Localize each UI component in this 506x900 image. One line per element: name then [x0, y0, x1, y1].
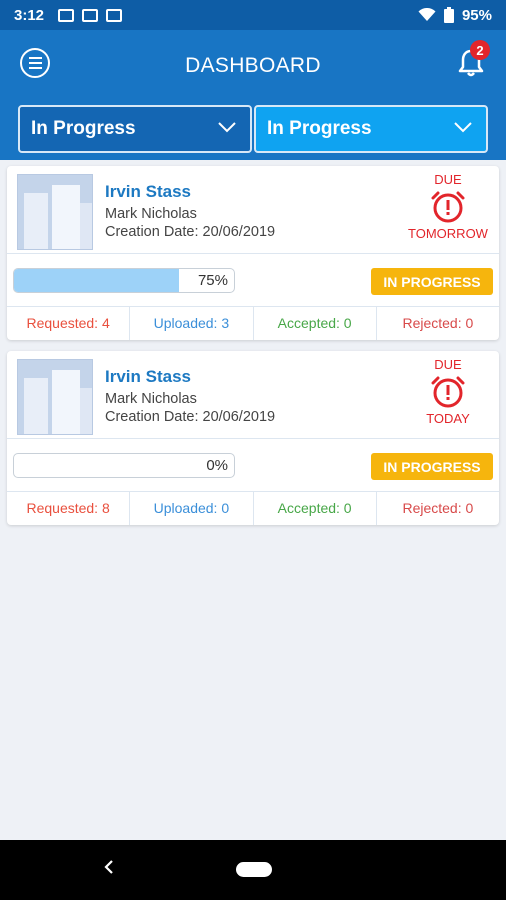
system-nav-bar — [0, 840, 506, 900]
project-card[interactable]: Irvin Stass Mark Nicholas Creation Date:… — [7, 351, 499, 525]
stat-rejected[interactable]: Rejected: 0 — [377, 492, 499, 525]
status-system-icons: 95% — [418, 7, 492, 24]
status-badge: IN PROGRESS — [371, 453, 493, 480]
wifi-icon — [418, 8, 436, 21]
card-creation-date: Creation Date: 20/06/2019 — [105, 224, 276, 240]
chevron-down-icon — [454, 122, 472, 133]
progress-bar: 75% — [13, 268, 235, 293]
app-bar: DASHBOARD 2 In Progress In Progress — [0, 30, 506, 160]
due-label: DUE — [434, 357, 462, 372]
image-icon — [58, 8, 75, 22]
status-notification-icons — [58, 8, 123, 22]
status-badge: IN PROGRESS — [371, 268, 493, 295]
page-title: DASHBOARD — [185, 54, 321, 77]
notifications-button[interactable]: 2 — [456, 40, 490, 78]
project-card[interactable]: Irvin Stass Mark Nicholas Creation Date:… — [7, 166, 499, 340]
battery-level: 95% — [461, 6, 492, 24]
stat-requested[interactable]: Requested: 4 — [7, 307, 131, 340]
stat-uploaded[interactable]: Uploaded: 3 — [130, 307, 254, 340]
due-when: TODAY — [426, 411, 470, 426]
status-time: 3:12 — [14, 6, 45, 24]
alarm-clock-icon — [431, 191, 465, 223]
battery-icon — [443, 7, 454, 23]
progress-bar: 0% — [13, 453, 235, 478]
mail-icon — [106, 8, 123, 22]
card-creation-date: Creation Date: 20/06/2019 — [105, 409, 276, 425]
status-bar: 3:12 95% — [0, 0, 506, 30]
due-indicator: DUE TOMORROW — [403, 172, 493, 241]
status-filter-dropdown-left[interactable]: In Progress — [18, 105, 252, 153]
card-header: Irvin Stass Mark Nicholas Creation Date:… — [7, 166, 499, 254]
building-thumbnail — [17, 359, 93, 435]
card-stats: Requested: 8 Uploaded: 0 Accepted: 0 Rej… — [7, 491, 499, 525]
card-title[interactable]: Irvin Stass — [105, 367, 191, 387]
back-icon[interactable] — [104, 858, 114, 881]
dropdown-value: In Progress — [31, 118, 136, 139]
progress-percent: 0% — [206, 457, 228, 474]
due-when: TOMORROW — [408, 226, 488, 241]
building-thumbnail — [17, 174, 93, 250]
progress-percent: 75% — [197, 272, 228, 289]
home-pill-icon[interactable] — [236, 862, 272, 877]
due-label: DUE — [434, 172, 462, 187]
status-filter-dropdown-right[interactable]: In Progress — [254, 105, 488, 153]
card-person: Mark Nicholas — [105, 391, 197, 407]
due-indicator: DUE TODAY — [403, 357, 493, 426]
stat-accepted[interactable]: Accepted: 0 — [254, 492, 377, 525]
progress-fill — [14, 269, 179, 292]
mail-icon — [82, 8, 99, 22]
stat-uploaded[interactable]: Uploaded: 0 — [130, 492, 254, 525]
card-title[interactable]: Irvin Stass — [105, 182, 191, 202]
notification-badge: 2 — [470, 40, 490, 60]
card-person: Mark Nicholas — [105, 206, 197, 222]
chevron-down-icon — [218, 122, 236, 133]
alarm-clock-icon — [431, 376, 465, 408]
dropdown-value: In Progress — [267, 118, 372, 139]
card-header: Irvin Stass Mark Nicholas Creation Date:… — [7, 351, 499, 439]
stat-requested[interactable]: Requested: 8 — [7, 492, 131, 525]
stat-rejected[interactable]: Rejected: 0 — [377, 307, 499, 340]
card-stats: Requested: 4 Uploaded: 3 Accepted: 0 Rej… — [7, 306, 499, 340]
stat-accepted[interactable]: Accepted: 0 — [254, 307, 377, 340]
